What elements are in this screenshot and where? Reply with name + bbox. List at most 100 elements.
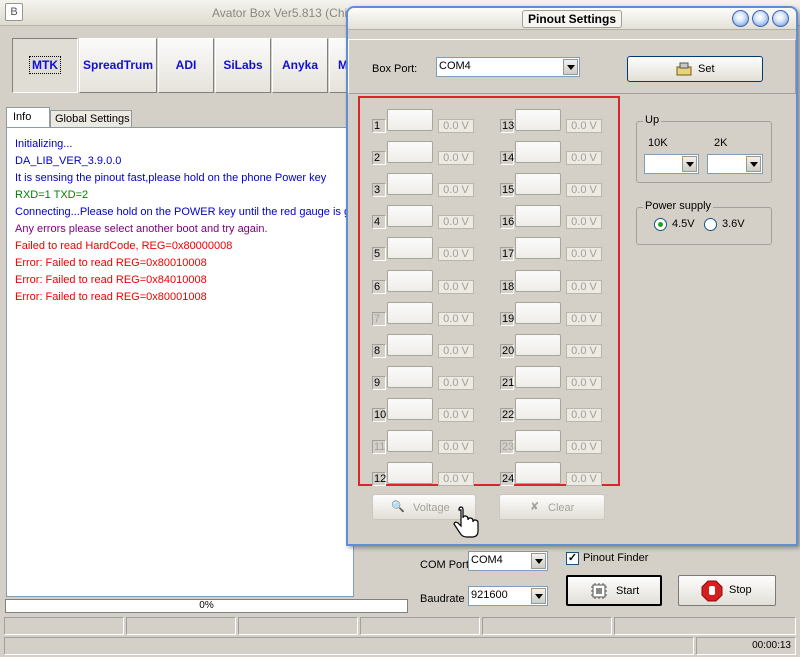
tab-global-settings[interactable]: Global Settings: [50, 110, 132, 128]
stop-button[interactable]: Stop: [678, 575, 776, 606]
pin-voltage: 0.0 V: [566, 311, 602, 326]
pin-number: 19: [500, 311, 515, 326]
chip-tab-adi[interactable]: ADI: [158, 38, 214, 93]
pin-toggle[interactable]: [515, 397, 561, 420]
pin-toggle[interactable]: [387, 365, 433, 388]
status-bar: 00:00:13: [0, 617, 800, 657]
pin-toggle[interactable]: [387, 205, 433, 228]
log-line: RXD=1 TXD=2: [15, 189, 89, 201]
pin-voltage: 0.0 V: [566, 472, 602, 487]
2k-select[interactable]: [707, 154, 763, 174]
progress-label: 0%: [199, 600, 214, 611]
chevron-down-icon[interactable]: [746, 156, 761, 172]
hand-cursor-icon: [453, 506, 479, 538]
2k-label: 2K: [714, 137, 728, 149]
set-button[interactable]: Set: [627, 56, 763, 82]
pin-toggle[interactable]: [515, 205, 561, 228]
chip-tab-silabs[interactable]: SiLabs: [215, 38, 271, 93]
pin-number: 3: [372, 183, 386, 198]
app-logo-icon: B: [5, 3, 23, 21]
pin-toggle[interactable]: [387, 333, 433, 356]
start-button-label: Start: [616, 585, 640, 597]
pin-toggle[interactable]: [515, 430, 561, 452]
pin-number: 1: [372, 119, 386, 133]
pin-voltage: 0.0 V: [438, 311, 474, 326]
pin-voltage: 0.0 V: [438, 407, 474, 422]
log-line: Error: Failed to read REG=0x80001008: [15, 291, 207, 303]
pin-number: 14: [500, 151, 515, 166]
progress-bar: 0%: [5, 599, 408, 613]
close-button[interactable]: [772, 10, 789, 27]
pin-toggle[interactable]: [515, 462, 561, 485]
minimize-button[interactable]: [732, 10, 749, 27]
pin-toggle[interactable]: [515, 173, 561, 196]
chevron-down-icon[interactable]: [563, 59, 578, 75]
chip-tab-spreadtrum[interactable]: SpreadTrum: [79, 38, 157, 93]
10k-select[interactable]: [644, 154, 699, 174]
power-3-6v-radio[interactable]: [704, 218, 717, 231]
pin-toggle[interactable]: [387, 462, 433, 485]
box-port-select[interactable]: COM4: [436, 57, 580, 77]
pin-toggle[interactable]: [387, 430, 433, 452]
pin-voltage: 0.0 V: [566, 407, 602, 422]
status-cell: [4, 617, 124, 635]
chip-tab-anyka[interactable]: Anyka: [272, 38, 328, 93]
pin-toggle[interactable]: [515, 141, 561, 164]
chevron-down-icon[interactable]: [531, 588, 546, 604]
pin-toggle[interactable]: [515, 269, 561, 292]
chip-tab-label: SpreadTrum: [82, 58, 154, 72]
chip-tab-mtk[interactable]: MTK: [12, 38, 78, 93]
pin-toggle[interactable]: [387, 237, 433, 260]
pin-voltage: 0.0 V: [438, 375, 474, 390]
pin-number: 13: [500, 119, 515, 133]
log-line: Any errors please select another boot an…: [15, 223, 268, 235]
pin-toggle[interactable]: [515, 237, 561, 260]
pin-number: 23: [500, 440, 515, 454]
log-panel[interactable]: Initializing... DA_LIB_VER_3.9.0.0 It is s…: [6, 127, 354, 597]
baudrate-select[interactable]: 921600: [468, 586, 548, 606]
pin-number: 17: [500, 247, 515, 262]
power-4-5v-radio[interactable]: [654, 218, 667, 231]
status-cell: [614, 617, 796, 635]
pin-toggle[interactable]: [387, 109, 433, 131]
start-button[interactable]: Start: [566, 575, 662, 606]
pin-voltage: 0.0 V: [438, 247, 474, 262]
pin-voltage: 0.0 V: [566, 343, 602, 358]
pin-toggle[interactable]: [387, 269, 433, 292]
status-cell: [482, 617, 612, 635]
box-port-value: COM4: [439, 60, 471, 72]
pin-toggle[interactable]: [387, 397, 433, 420]
pin-voltage: 0.0 V: [438, 279, 474, 294]
pin-number: 12: [372, 472, 387, 487]
clear-icon: ✘: [530, 501, 540, 513]
pin-toggle[interactable]: [515, 365, 561, 388]
dialog-title-bar[interactable]: Pinout Settings: [348, 8, 796, 30]
chevron-down-icon[interactable]: [682, 156, 697, 172]
pin-toggle[interactable]: [387, 173, 433, 196]
power-supply-title: Power supply: [643, 200, 714, 212]
status-cell: [126, 617, 236, 635]
log-line: Failed to read HardCode, REG=0x80000008: [15, 240, 233, 252]
com-port-select[interactable]: COM4: [468, 551, 548, 571]
pin-voltage: 0.0 V: [566, 375, 602, 390]
pin-toggle[interactable]: [515, 301, 561, 324]
dialog-title: Pinout Settings: [522, 10, 622, 28]
set-button-label: Set: [698, 63, 715, 75]
tab-info[interactable]: Info: [6, 107, 50, 128]
log-line: Initializing...: [15, 138, 73, 150]
pin-toggle[interactable]: [387, 141, 433, 164]
pin-number: 21: [500, 375, 515, 390]
power-4-5v-label: 4.5V: [672, 218, 695, 230]
pin-toggle[interactable]: [515, 109, 561, 131]
maximize-button[interactable]: [752, 10, 769, 27]
pinout-frame: 1 0.0 V 2 0.0 V 3 0.0 V 4 0.0 V 5 0.0 V 6 0.0 V 7 0.0…: [358, 96, 620, 487]
status-cell: [360, 617, 480, 635]
pinout-finder-checkbox[interactable]: ✓: [566, 552, 579, 565]
pin-toggle[interactable]: [515, 333, 561, 356]
clear-button[interactable]: ✘ Clear: [499, 494, 605, 520]
pin-toggle[interactable]: [387, 301, 433, 324]
pin-number: 20: [500, 343, 515, 358]
chevron-down-icon[interactable]: [531, 553, 546, 569]
pin-voltage: 0.0 V: [438, 440, 474, 454]
chip-tab-label: MTK: [29, 56, 61, 74]
